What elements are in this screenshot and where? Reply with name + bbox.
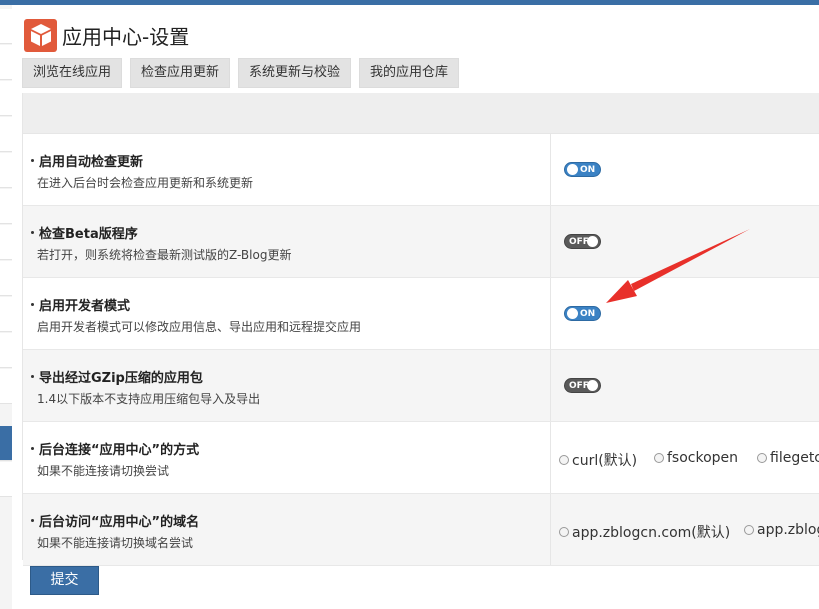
setting-title: 检查Beta版程序 — [39, 227, 138, 242]
top-bar — [0, 0, 819, 5]
left-sidebar — [0, 5, 12, 609]
sidebar-item-active[interactable] — [0, 426, 12, 461]
sidebar-item[interactable] — [0, 9, 12, 44]
sidebar-item[interactable] — [0, 189, 12, 224]
setting-title: 后台访问“应用中心”的域名 — [39, 515, 200, 530]
setting-desc: 在进入后台时会检查应用更新和系统更新 — [37, 176, 254, 190]
submit-button[interactable]: 提交 — [30, 566, 99, 595]
radio-circle[interactable] — [559, 527, 569, 537]
sidebar-item[interactable] — [0, 369, 12, 404]
setting-title: 导出经过GZip压缩的应用包 — [39, 371, 203, 386]
toggle-knob — [567, 164, 578, 175]
bullet — [31, 159, 34, 162]
sidebar-item[interactable] — [0, 117, 12, 152]
sidebar-item[interactable] — [0, 153, 12, 188]
setting-desc: 启用开发者模式可以修改应用信息、导出应用和远程提交应用 — [37, 320, 362, 334]
setting-row-beta: 检查Beta版程序 若打开，则系统将检查最新测试版的Z-Blog更新 OFF — [23, 206, 819, 278]
sidebar-item[interactable] — [0, 333, 12, 368]
sidebar-item[interactable] — [0, 225, 12, 260]
developer-mode-toggle[interactable]: ON — [564, 306, 601, 321]
tab-system-update[interactable]: 系统更新与校验 — [238, 58, 352, 88]
radio-domain-alt[interactable]: app.zblog — [744, 522, 819, 538]
page-header: 应用中心-设置 — [24, 18, 189, 52]
gzip-toggle[interactable]: OFF — [564, 378, 601, 393]
setting-title: 启用自动检查更新 — [39, 155, 144, 170]
toggle-knob — [587, 380, 598, 391]
radio-fsockopen[interactable]: fsockopen — [654, 450, 738, 466]
settings-panel: 启用自动检查更新 在进入后台时会检查应用更新和系统更新 ON 检查Beta版程序… — [22, 93, 819, 566]
tab-bar: 浏览在线应用 检查应用更新 系统更新与校验 我的应用仓库 — [22, 58, 460, 88]
box-icon — [24, 18, 57, 52]
bullet — [31, 231, 34, 234]
setting-row-domain: 后台访问“应用中心”的域名 如果不能连接请切换域名尝试 app.zblogcn.… — [23, 494, 819, 566]
toggle-knob — [567, 308, 578, 319]
bullet — [31, 303, 34, 306]
sidebar-item[interactable] — [0, 45, 12, 80]
tab-my-repo[interactable]: 我的应用仓库 — [359, 58, 460, 88]
toggle-knob — [587, 236, 598, 247]
bullet — [31, 375, 34, 378]
setting-row-gzip: 导出经过GZip压缩的应用包 1.4以下版本不支持应用压缩包导入及导出 OFF — [23, 350, 819, 422]
tab-check-updates[interactable]: 检查应用更新 — [130, 58, 231, 88]
setting-desc: 如果不能连接请切换尝试 — [37, 464, 170, 478]
setting-title: 启用开发者模式 — [39, 299, 131, 314]
sidebar-item[interactable] — [0, 261, 12, 296]
auto-check-toggle[interactable]: ON — [564, 162, 601, 177]
setting-desc: 若打开，则系统将检查最新测试版的Z-Blog更新 — [37, 248, 292, 262]
bullet — [31, 519, 34, 522]
beta-toggle[interactable]: OFF — [564, 234, 601, 249]
page-title: 应用中心-设置 — [62, 24, 190, 49]
radio-filegetcontents[interactable]: filegetc — [757, 450, 819, 466]
setting-title: 后台连接“应用中心”的方式 — [39, 443, 200, 458]
radio-domain-default[interactable]: app.zblogcn.com(默认) — [559, 522, 730, 542]
sidebar-item[interactable] — [0, 81, 12, 116]
tab-browse-apps[interactable]: 浏览在线应用 — [22, 58, 123, 88]
radio-curl[interactable]: curl(默认) — [559, 450, 637, 470]
bullet — [31, 447, 34, 450]
radio-circle[interactable] — [757, 453, 767, 463]
setting-desc: 1.4以下版本不支持应用压缩包导入及导出 — [37, 392, 261, 406]
setting-row-developer: 启用开发者模式 启用开发者模式可以修改应用信息、导出应用和远程提交应用 ON — [23, 278, 819, 350]
radio-circle[interactable] — [744, 525, 754, 535]
sidebar-item[interactable] — [0, 297, 12, 332]
sidebar-item[interactable] — [0, 462, 12, 497]
setting-desc: 如果不能连接请切换域名尝试 — [37, 536, 194, 550]
setting-row-connection: 后台连接“应用中心”的方式 如果不能连接请切换尝试 curl(默认) fsock… — [23, 422, 819, 494]
setting-row-auto-check: 启用自动检查更新 在进入后台时会检查应用更新和系统更新 ON — [23, 134, 819, 206]
radio-circle[interactable] — [559, 455, 569, 465]
panel-header — [23, 93, 819, 134]
radio-circle[interactable] — [654, 453, 664, 463]
